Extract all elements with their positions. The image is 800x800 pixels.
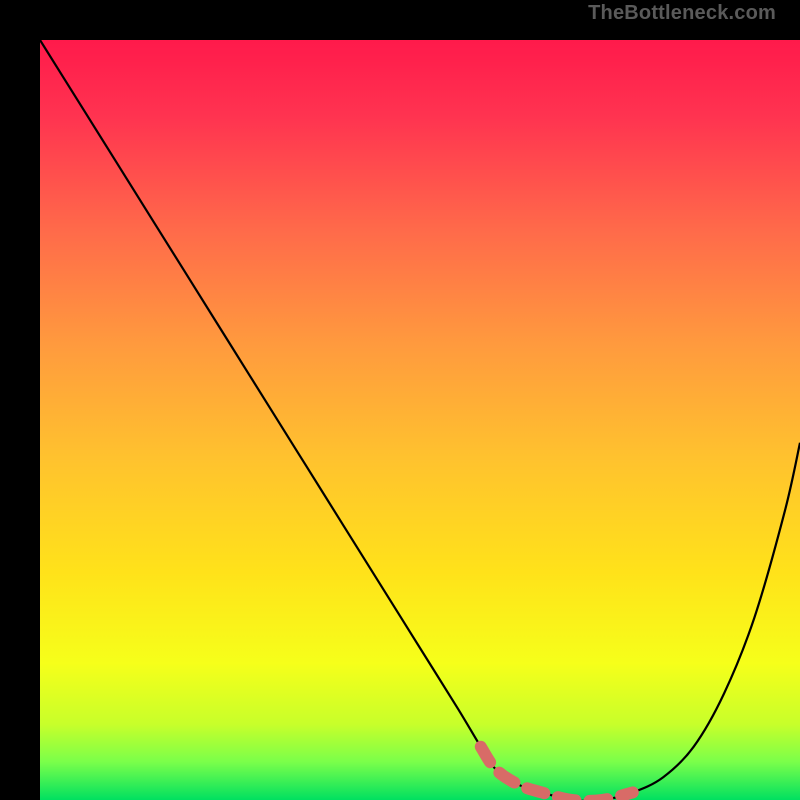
chart-frame xyxy=(20,20,780,780)
chart-svg xyxy=(40,40,800,800)
watermark-text: TheBottleneck.com xyxy=(588,2,776,25)
gradient-background xyxy=(40,40,800,800)
